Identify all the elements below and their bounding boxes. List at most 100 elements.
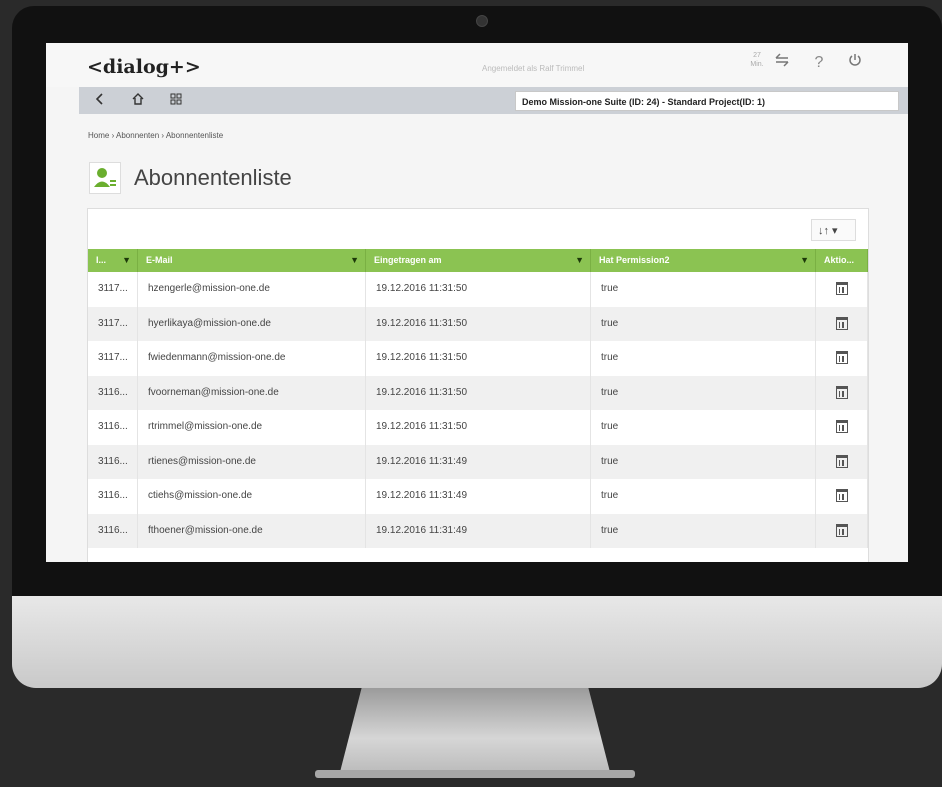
cell-email: fvoorneman@mission-one.de [138,375,366,410]
cell-date: 19.12.2016 11:31:49 [366,513,591,548]
cell-actions [816,479,868,514]
subscriber-list-icon [89,162,121,194]
cell-date: 19.12.2016 11:31:50 [366,306,591,341]
cell-id: 3117... [88,341,138,376]
cell-date: 19.12.2016 11:31:50 [366,272,591,307]
cell-permission: true [591,479,816,514]
table-row[interactable]: 3116... rtienes@mission-one.de 19.12.2016 … [88,444,868,479]
cell-id: 3117... [88,306,138,341]
cell-id: 3116... [88,410,138,445]
trash-icon[interactable] [835,385,848,399]
column-label: E-Mail [146,255,173,265]
column-label: Eingetragen am [374,255,442,265]
table-row[interactable]: 3117... hyerlikaya@mission-one.de 19.12.20… [88,306,868,341]
table-row[interactable]: 3117... hzengerle@mission-one.de 19.12.201… [88,272,868,307]
grid-icon [170,93,182,105]
camera-icon [476,15,488,27]
cell-email: ctiehs@mission-one.de [138,479,366,514]
table-row[interactable]: 3116... ctiehs@mission-one.de 19.12.2016 1… [88,479,868,514]
trash-icon[interactable] [835,282,848,295]
cell-email: fwiedenmann@mission-one.de [138,341,366,376]
back-icon [95,93,103,105]
grid-panel: ↓↑ ▾ I... ▼ E-Mail ▼ Eingetragen am ▼ Hat P… [87,208,869,562]
trash-icon[interactable] [835,454,848,468]
power-button[interactable] [844,52,866,74]
top-bar: <dialog+> Angemeldet als Ralf Trimmel 27… [46,43,908,87]
sync-button[interactable] [771,52,793,74]
table-body: 3117... hzengerle@mission-one.de 19.12.201… [88,272,868,548]
cell-actions [816,341,868,376]
cell-date: 19.12.2016 11:31:49 [366,444,591,479]
cell-permission: true [591,272,816,307]
session-unit: Min. [750,61,764,68]
app-logo: <dialog+> [87,56,201,78]
column-header-email[interactable]: E-Mail ▼ [138,249,366,272]
column-header-date[interactable]: Eingetragen am ▼ [366,249,591,272]
cell-id: 3116... [88,444,138,479]
table-header: I... ▼ E-Mail ▼ Eingetragen am ▼ Hat Permis… [88,249,868,272]
trash-icon[interactable] [835,316,848,330]
cell-email: hyerlikaya@mission-one.de [138,306,366,341]
cell-date: 19.12.2016 11:31:50 [366,341,591,376]
column-header-id[interactable]: I... ▼ [88,249,138,272]
apps-button[interactable] [165,89,187,111]
cell-id: 3116... [88,513,138,548]
trash-icon[interactable] [835,489,848,502]
cell-date: 19.12.2016 11:31:50 [366,410,591,445]
cell-permission: true [591,444,816,479]
table-row[interactable]: 3116... rtrimmel@mission-one.de 19.12.2016… [88,410,868,445]
cell-permission: true [591,375,816,410]
logged-in-label: Angemeldet als Ralf Trimmel [482,64,585,73]
table-row[interactable]: 3116... fvoorneman@mission-one.de 19.12.20… [88,375,868,410]
cell-actions [816,410,868,445]
cell-email: rtrimmel@mission-one.de [138,410,366,445]
table-row[interactable]: 3117... fwiedenmann@mission-one.de 19.12.2… [88,341,868,376]
cell-actions [816,375,868,410]
cell-actions [816,306,868,341]
sort-button[interactable]: ↓↑ ▾ [811,219,856,241]
column-label: I... [96,255,107,265]
help-button[interactable]: ? [808,52,830,74]
cell-permission: true [591,513,816,548]
app-screen: <dialog+> Angemeldet als Ralf Trimmel 27… [46,43,908,562]
cell-permission: true [591,306,816,341]
trash-icon[interactable] [835,523,848,537]
filter-icon[interactable]: ▼ [122,249,131,272]
filter-icon[interactable]: ▼ [350,249,359,272]
page-title: Abonnentenliste [134,165,292,190]
cell-email: hzengerle@mission-one.de [138,272,366,307]
cell-actions [816,513,868,548]
column-label: Aktio... [824,255,855,265]
session-timer: 27 Min. [748,51,766,69]
cell-date: 19.12.2016 11:31:50 [366,375,591,410]
monitor-stand [340,688,610,772]
table-row[interactable]: 3116... fthoener@mission-one.de 19.12.2016… [88,513,868,548]
cell-actions [816,444,868,479]
filter-icon[interactable]: ▼ [800,249,809,272]
sync-icon [775,53,789,67]
cell-permission: true [591,410,816,445]
cell-actions [816,272,868,307]
project-selector[interactable]: Demo Mission-one Suite (ID: 24) - Standa… [515,91,899,111]
cell-id: 3116... [88,479,138,514]
cell-email: rtienes@mission-one.de [138,444,366,479]
subscriber-table: I... ▼ E-Mail ▼ Eingetragen am ▼ Hat Permis… [88,249,868,548]
home-button[interactable] [127,89,149,111]
monitor-stand-base [315,770,635,778]
monitor-chin [12,596,942,688]
filter-icon[interactable]: ▼ [575,249,584,272]
cell-permission: true [591,341,816,376]
nav-bar: Demo Mission-one Suite (ID: 24) - Standa… [79,87,908,114]
trash-icon[interactable] [835,351,848,364]
trash-icon[interactable] [835,420,848,433]
cell-id: 3116... [88,375,138,410]
breadcrumb[interactable]: Home › Abonnenten › Abonnentenliste [88,131,223,140]
column-header-permission[interactable]: Hat Permission2 ▼ [591,249,816,272]
power-icon [849,54,861,66]
cell-date: 19.12.2016 11:31:49 [366,479,591,514]
cell-id: 3117... [88,272,138,307]
home-icon [132,93,144,105]
back-button[interactable] [89,89,111,111]
column-label: Hat Permission2 [599,255,670,265]
cell-email: fthoener@mission-one.de [138,513,366,548]
